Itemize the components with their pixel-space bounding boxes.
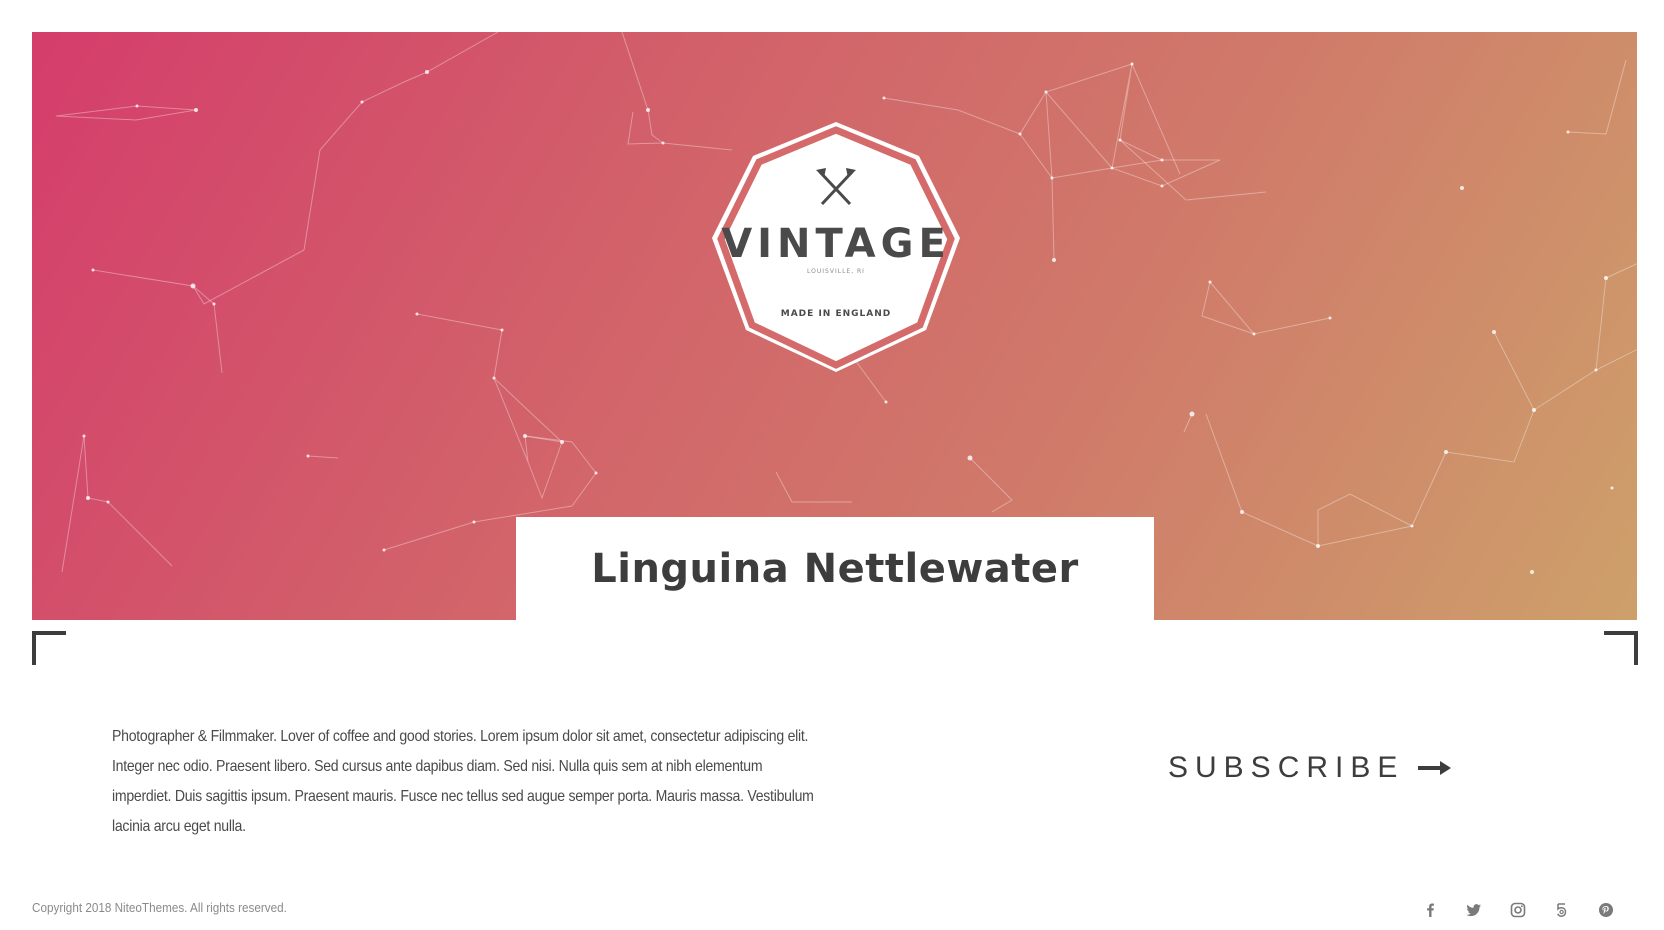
page-title: Linguina Nettlewater bbox=[591, 546, 1079, 592]
instagram-link[interactable] bbox=[1508, 900, 1528, 920]
twitter-link[interactable] bbox=[1464, 900, 1484, 920]
facebook-icon bbox=[1427, 903, 1434, 917]
500px-icon bbox=[1557, 903, 1567, 917]
logo-tagline-text: MADE IN ENGLAND bbox=[781, 309, 891, 319]
500px-link[interactable] bbox=[1552, 900, 1572, 920]
bio-text: Photographer & Filmmaker. Lover of coffe… bbox=[112, 728, 814, 835]
arrow-right-icon bbox=[1418, 761, 1452, 775]
vintage-logo-badge: VINTAGE LOUISVILLE, RI MADE IN ENGLAND bbox=[712, 122, 960, 372]
logo-location-text: LOUISVILLE, RI bbox=[807, 268, 865, 275]
subscribe-label: SUBSCRIBE bbox=[1168, 751, 1405, 784]
facebook-link[interactable] bbox=[1420, 900, 1440, 920]
copyright-text: Copyright 2018 NiteoThemes. All rights r… bbox=[32, 900, 287, 915]
subscribe-button[interactable]: SUBSCRIBE bbox=[1168, 746, 1452, 790]
pinterest-icon bbox=[1599, 903, 1613, 917]
corner-bracket-right bbox=[1604, 631, 1638, 665]
name-card: Linguina Nettlewater bbox=[516, 517, 1154, 621]
twitter-icon bbox=[1466, 904, 1481, 917]
corner-bracket-left bbox=[32, 631, 66, 665]
social-links bbox=[1420, 900, 1616, 920]
instagram-icon bbox=[1510, 902, 1526, 918]
pinterest-link[interactable] bbox=[1596, 900, 1616, 920]
logo-brand-text: VINTAGE bbox=[721, 221, 951, 267]
